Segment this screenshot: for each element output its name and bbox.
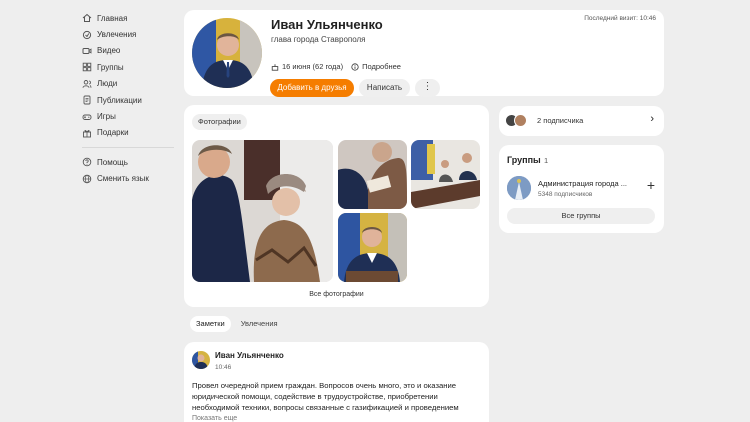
people-icon xyxy=(82,79,92,88)
sidebar-item-hobbies[interactable]: Увлечения xyxy=(82,26,178,42)
sidebar-item-label: Игры xyxy=(97,112,116,122)
groups-title: Группы xyxy=(507,155,541,165)
cake-icon xyxy=(271,63,279,71)
join-group-button[interactable]: + xyxy=(647,177,655,193)
sidebar-item-label: Видео xyxy=(97,46,121,56)
add-friend-button[interactable]: Добавить в друзья xyxy=(270,79,354,97)
group-avatar[interactable] xyxy=(507,176,531,200)
photo-thumb-2[interactable] xyxy=(411,140,480,209)
profile-card: Иван Ульянченко глава города Ставрополя … xyxy=(184,10,664,97)
chevron-right-icon: › xyxy=(650,113,654,125)
post-author-avatar[interactable] xyxy=(192,351,210,369)
write-message-button[interactable]: Написать xyxy=(359,79,410,97)
all-photos-link[interactable]: Все фотографии xyxy=(184,291,489,298)
feed-tabs: Заметки Увлечения xyxy=(190,316,284,332)
group-subscribers: 5348 подписчиков xyxy=(538,191,593,198)
sidebar-item-publications[interactable]: Публикации xyxy=(82,92,178,108)
left-sidebar: Главная Увлечения Видео Группы Люди Публ… xyxy=(82,10,178,187)
tab-notes[interactable]: Заметки xyxy=(190,316,231,332)
sidebar-item-label: Подарки xyxy=(97,128,129,138)
birthday-info: 16 июня (62 года) xyxy=(271,62,343,71)
groups-card: Группы 1 Администрация города ... 5348 п… xyxy=(499,145,664,233)
post-author-name[interactable]: Иван Ульянченко xyxy=(215,351,284,360)
sidebar-item-label: Публикации xyxy=(97,95,142,105)
photos-tab[interactable]: Фотографии xyxy=(192,114,247,130)
photos-card: Фотографии Все фотографии xyxy=(184,105,489,307)
show-more-link[interactable]: Показать еще xyxy=(192,415,237,422)
profile-avatar[interactable] xyxy=(192,18,262,88)
post-time: 10:46 xyxy=(215,364,232,371)
photo-thumb-1[interactable] xyxy=(338,140,407,209)
groups-count: 1 xyxy=(544,156,549,165)
tab-hobbies[interactable]: Увлечения xyxy=(235,316,284,332)
publications-icon xyxy=(83,95,91,105)
post-card: Иван Ульянченко 10:46 Провел очередной п… xyxy=(184,342,489,422)
sidebar-item-label: Увлечения xyxy=(97,30,137,40)
sidebar-item-label: Сменить язык xyxy=(97,174,149,184)
post-text: Провел очередной прием граждан. Вопросов… xyxy=(192,381,459,412)
subscribers-card[interactable]: 2 подписчика › xyxy=(499,106,664,136)
home-icon xyxy=(82,14,92,23)
sidebar-divider xyxy=(82,147,174,149)
group-name[interactable]: Администрация города ... xyxy=(538,179,627,188)
sidebar-item-gifts[interactable]: Подарки xyxy=(82,125,178,141)
sidebar-item-help[interactable]: Помощь xyxy=(82,154,178,170)
more-options-button[interactable]: ⋮ xyxy=(415,79,440,97)
subscriber-avatar xyxy=(514,114,527,127)
profile-name: Иван Ульянченко xyxy=(271,17,383,32)
video-icon xyxy=(82,47,92,54)
sidebar-item-games[interactable]: Игры xyxy=(82,108,178,124)
sidebar-item-home[interactable]: Главная xyxy=(82,10,178,26)
help-icon xyxy=(82,158,92,167)
subscribers-count: 2 подписчика xyxy=(537,116,584,125)
games-icon xyxy=(82,114,92,120)
sidebar-item-label: Люди xyxy=(97,79,118,89)
info-icon xyxy=(351,62,359,71)
last-visit: Последний визит: 10:46 xyxy=(584,15,656,22)
photo-thumb-3[interactable] xyxy=(338,213,407,282)
sidebar-item-label: Главная xyxy=(97,13,128,23)
profile-position: глава города Ставрополя xyxy=(271,35,366,44)
hobbies-icon xyxy=(82,30,92,39)
details-link[interactable]: Подробнее xyxy=(351,62,401,71)
sidebar-item-label: Группы xyxy=(97,62,124,72)
groups-icon xyxy=(82,63,92,72)
sidebar-item-people[interactable]: Люди xyxy=(82,76,178,92)
sidebar-item-groups[interactable]: Группы xyxy=(82,59,178,75)
sidebar-item-video[interactable]: Видео xyxy=(82,43,178,59)
sidebar-item-label: Помощь xyxy=(97,157,128,167)
photo-main[interactable] xyxy=(192,140,333,282)
sidebar-item-language[interactable]: Сменить язык xyxy=(82,171,178,187)
details-text: Подробнее xyxy=(362,62,401,71)
profile-meta: 16 июня (62 года) Подробнее xyxy=(271,62,401,71)
birthday-text: 16 июня (62 года) xyxy=(282,62,344,71)
globe-icon xyxy=(82,174,92,183)
all-groups-button[interactable]: Все группы xyxy=(507,208,655,224)
gifts-icon xyxy=(83,129,91,138)
